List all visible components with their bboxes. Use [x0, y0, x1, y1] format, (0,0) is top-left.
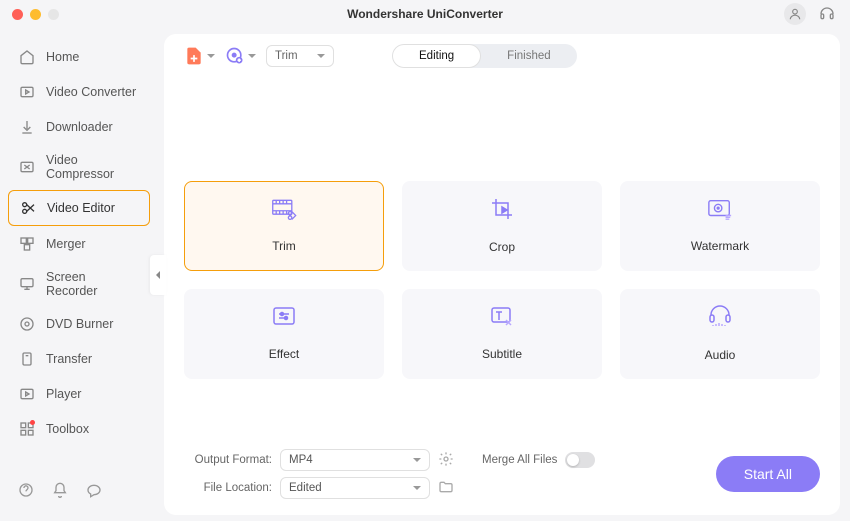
- subtitle-icon: [490, 306, 514, 331]
- dvd-icon: [18, 315, 36, 333]
- edit-mode-select[interactable]: Trim: [266, 45, 334, 67]
- effect-icon: [272, 306, 296, 331]
- card-label: Trim: [272, 239, 296, 253]
- downloader-icon: [18, 118, 36, 136]
- select-value: Trim: [275, 50, 298, 62]
- player-icon: [18, 385, 36, 403]
- file-location-select[interactable]: Edited: [280, 477, 430, 499]
- sidebar-item-label: Player: [46, 387, 81, 401]
- close-window-icon[interactable]: [12, 9, 23, 20]
- chevron-down-icon: [317, 54, 325, 58]
- sidebar-item-player[interactable]: Player: [8, 377, 150, 411]
- edit-card-crop[interactable]: Crop: [402, 181, 602, 271]
- sidebar-item-label: DVD Burner: [46, 317, 113, 331]
- screen-recorder-icon: [18, 275, 36, 293]
- sidebar-item-video-converter[interactable]: Video Converter: [8, 75, 150, 109]
- sidebar-item-video-compressor[interactable]: Video Compressor: [8, 145, 150, 189]
- sidebar: Home Video Converter Downloader Video Co…: [0, 28, 158, 521]
- start-all-button[interactable]: Start All: [716, 456, 820, 492]
- merger-icon: [18, 235, 36, 253]
- chevron-down-icon: [413, 458, 421, 462]
- file-location-label: File Location:: [184, 482, 272, 494]
- sidebar-item-label: Home: [46, 50, 79, 64]
- sidebar-item-label: Screen Recorder: [46, 270, 140, 298]
- sidebar-item-transfer[interactable]: Transfer: [8, 342, 150, 376]
- notification-dot-icon: [30, 420, 35, 425]
- help-icon[interactable]: [18, 482, 34, 503]
- titlebar: Wondershare UniConverter: [0, 0, 850, 28]
- sidebar-item-label: Toolbox: [46, 422, 89, 436]
- tab-editing[interactable]: Editing: [392, 44, 481, 68]
- select-value: MP4: [289, 454, 313, 466]
- edit-card-watermark[interactable]: Watermark: [620, 181, 820, 271]
- sidebar-item-dvd-burner[interactable]: DVD Burner: [8, 307, 150, 341]
- folder-icon[interactable]: [438, 479, 454, 498]
- home-icon: [18, 48, 36, 66]
- feedback-icon[interactable]: [86, 482, 102, 503]
- minimize-window-icon[interactable]: [30, 9, 41, 20]
- sidebar-item-label: Video Editor: [47, 201, 115, 215]
- select-value: Edited: [289, 482, 322, 494]
- sidebar-item-merger[interactable]: Merger: [8, 227, 150, 261]
- watermark-icon: [707, 198, 733, 223]
- sidebar-item-label: Transfer: [46, 352, 92, 366]
- tab-finished[interactable]: Finished: [481, 44, 576, 68]
- sidebar-item-video-editor[interactable]: Video Editor: [8, 190, 150, 226]
- status-tabs: Editing Finished: [392, 44, 577, 68]
- card-label: Crop: [489, 240, 515, 254]
- collapse-sidebar-icon[interactable]: [150, 255, 166, 295]
- video-editor-icon: [19, 199, 37, 217]
- add-file-button[interactable]: [184, 46, 215, 66]
- chevron-down-icon: [413, 486, 421, 490]
- output-format-label: Output Format:: [184, 454, 272, 466]
- add-disc-button[interactable]: [225, 46, 256, 66]
- card-label: Audio: [705, 348, 736, 362]
- user-account-icon[interactable]: [784, 3, 806, 25]
- sidebar-item-screen-recorder[interactable]: Screen Recorder: [8, 262, 150, 306]
- compressor-icon: [18, 158, 36, 176]
- sidebar-item-downloader[interactable]: Downloader: [8, 110, 150, 144]
- chevron-down-icon: [207, 54, 215, 58]
- window-controls: [12, 9, 59, 20]
- transfer-icon: [18, 350, 36, 368]
- sidebar-item-home[interactable]: Home: [8, 40, 150, 74]
- edit-card-trim[interactable]: Trim: [184, 181, 384, 271]
- card-label: Effect: [269, 347, 299, 361]
- notifications-icon[interactable]: [52, 482, 68, 503]
- video-converter-icon: [18, 83, 36, 101]
- chevron-down-icon: [248, 54, 256, 58]
- card-label: Watermark: [691, 239, 749, 253]
- sidebar-item-label: Merger: [46, 237, 86, 251]
- merge-label: Merge All Files: [482, 454, 557, 466]
- edit-card-subtitle[interactable]: Subtitle: [402, 289, 602, 379]
- app-title: Wondershare UniConverter: [347, 7, 503, 21]
- card-label: Subtitle: [482, 347, 522, 361]
- sidebar-item-label: Downloader: [46, 120, 113, 134]
- maximize-window-icon[interactable]: [48, 9, 59, 20]
- output-format-select[interactable]: MP4: [280, 449, 430, 471]
- main-panel: Trim Editing Finished Trim: [158, 28, 850, 521]
- sidebar-item-label: Video Compressor: [46, 153, 140, 181]
- sidebar-item-label: Video Converter: [46, 85, 136, 99]
- audio-icon: [707, 305, 733, 332]
- edit-card-audio[interactable]: Audio: [620, 289, 820, 379]
- crop-icon: [490, 197, 514, 224]
- merge-toggle[interactable]: [565, 452, 595, 468]
- settings-icon[interactable]: [438, 451, 454, 470]
- trim-icon: [271, 198, 297, 223]
- support-icon[interactable]: [816, 3, 838, 25]
- sidebar-item-toolbox[interactable]: Toolbox: [8, 412, 150, 446]
- edit-card-effect[interactable]: Effect: [184, 289, 384, 379]
